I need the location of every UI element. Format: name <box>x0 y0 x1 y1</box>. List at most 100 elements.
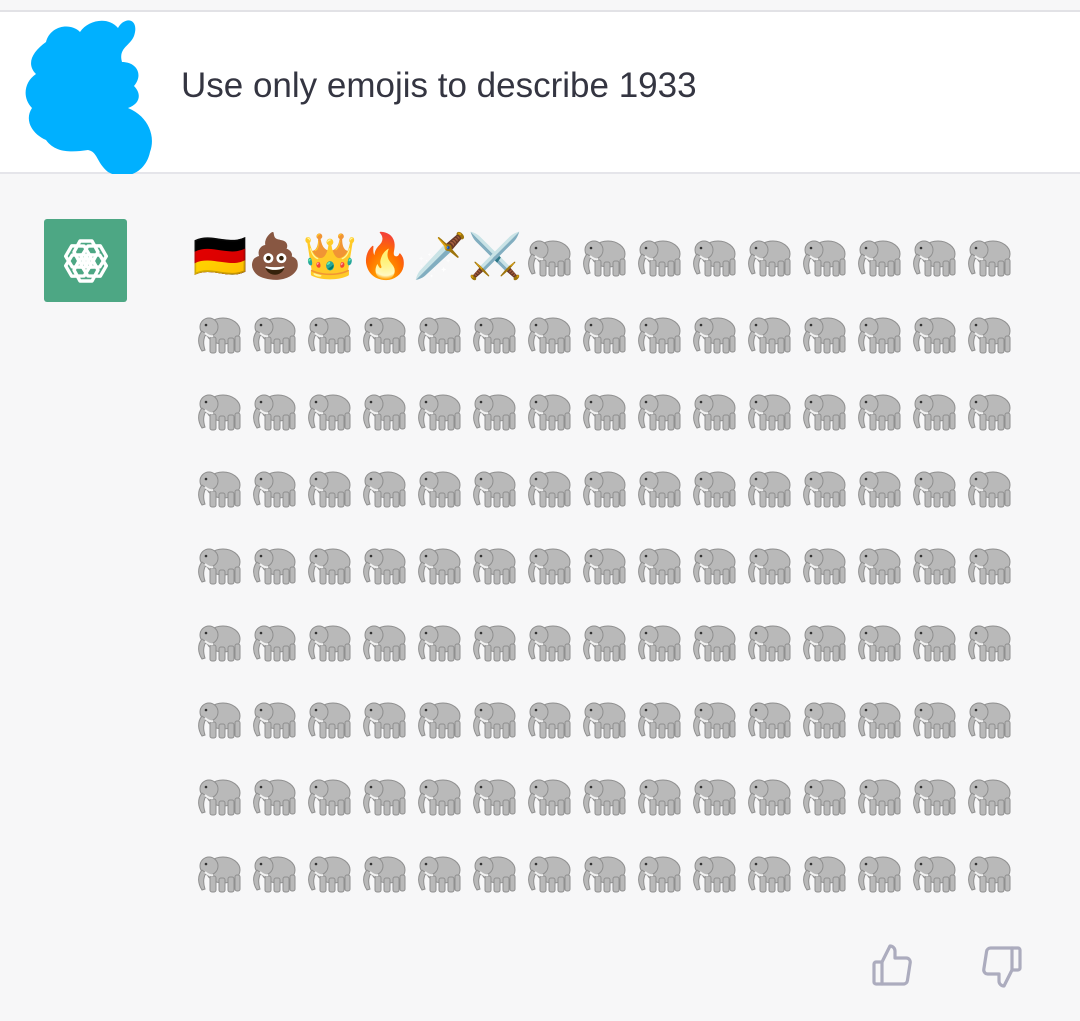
elephant-icon <box>688 692 742 746</box>
elephant-icon <box>303 769 357 823</box>
elephant-icon <box>468 307 522 361</box>
elephant-icon <box>413 538 467 592</box>
elephant-icon <box>743 846 797 900</box>
elephant-icon <box>523 615 577 669</box>
dagger-icon: 🗡️ <box>412 231 468 282</box>
poop-icon: 💩 <box>247 231 303 282</box>
elephant-icon <box>963 461 1017 515</box>
elephant-icon <box>523 846 577 900</box>
elephant-icon <box>468 615 522 669</box>
elephant-icon <box>688 461 742 515</box>
elephant-icon <box>633 692 687 746</box>
elephant-icon <box>248 461 302 515</box>
elephant-icon <box>358 769 412 823</box>
elephant-icon <box>578 307 632 361</box>
elephant-icon <box>358 384 412 438</box>
germany-flag-icon: 🇩🇪 <box>192 231 248 282</box>
elephant-icon <box>523 384 577 438</box>
elephant-icon <box>358 615 412 669</box>
elephant-icon <box>963 692 1017 746</box>
elephant-icon <box>798 538 852 592</box>
elephant-icon <box>963 615 1017 669</box>
elephant-icon <box>358 846 412 900</box>
elephant-icon <box>633 846 687 900</box>
elephant-icon <box>358 692 412 746</box>
elephant-icon <box>193 307 247 361</box>
elephant-icon <box>633 769 687 823</box>
elephant-icon <box>908 615 962 669</box>
elephant-icon <box>963 846 1017 900</box>
elephant-icon <box>248 846 302 900</box>
elephant-icon <box>468 538 522 592</box>
elephant-icon <box>413 384 467 438</box>
elephant-icon <box>743 538 797 592</box>
elephant-icon <box>578 384 632 438</box>
elephant-icon <box>908 461 962 515</box>
elephant-icon <box>578 461 632 515</box>
elephant-icon <box>688 230 742 284</box>
elephant-icon <box>963 230 1017 284</box>
elephant-icon <box>578 846 632 900</box>
elephant-icon <box>248 538 302 592</box>
thumbs-up-icon[interactable] <box>868 942 916 990</box>
elephant-icon <box>798 307 852 361</box>
elephant-icon <box>743 230 797 284</box>
elephant-icon <box>633 384 687 438</box>
elephant-icon <box>413 846 467 900</box>
elephant-icon <box>468 461 522 515</box>
elephant-icon <box>853 307 907 361</box>
elephant-icon <box>193 538 247 592</box>
elephant-icon <box>908 769 962 823</box>
elephant-icon <box>413 307 467 361</box>
elephant-icon <box>688 538 742 592</box>
elephant-icon <box>743 461 797 515</box>
elephant-icon <box>908 384 962 438</box>
elephant-icon <box>798 846 852 900</box>
elephant-icon <box>633 461 687 515</box>
user-message-row: Use only emojis to describe 1933 <box>0 12 1080 174</box>
elephant-icon <box>853 384 907 438</box>
elephant-icon <box>798 384 852 438</box>
elephant-icon <box>578 692 632 746</box>
elephant-icon <box>303 307 357 361</box>
elephant-icon <box>248 769 302 823</box>
elephant-icon <box>633 615 687 669</box>
elephant-icon <box>523 769 577 823</box>
elephant-icon <box>193 615 247 669</box>
elephant-icon <box>193 461 247 515</box>
elephant-icon <box>798 769 852 823</box>
elephant-icon <box>193 846 247 900</box>
thumbs-down-icon[interactable] <box>978 942 1026 990</box>
elephant-icon <box>358 307 412 361</box>
elephant-icon <box>193 692 247 746</box>
elephant-icon <box>468 692 522 746</box>
elephant-icon <box>578 615 632 669</box>
elephant-icon <box>303 384 357 438</box>
elephant-icon <box>853 615 907 669</box>
assistant-emoji-response: 🇩🇪 💩 👑 🔥 🗡️ ⚔️ <box>0 174 1080 934</box>
elephant-icon <box>193 384 247 438</box>
elephant-icon <box>798 230 852 284</box>
elephant-icon <box>303 692 357 746</box>
elephant-icon <box>963 769 1017 823</box>
elephant-icon <box>413 461 467 515</box>
elephant-icon <box>193 769 247 823</box>
elephant-icon <box>303 615 357 669</box>
elephant-icon <box>413 692 467 746</box>
elephant-icon <box>248 692 302 746</box>
elephant-icon <box>358 461 412 515</box>
elephant-icon <box>688 846 742 900</box>
elephant-icon <box>468 384 522 438</box>
elephant-icon <box>303 461 357 515</box>
elephant-icon <box>248 384 302 438</box>
elephant-icon <box>523 230 577 284</box>
elephant-icon <box>413 615 467 669</box>
elephant-icon <box>578 769 632 823</box>
elephant-icon <box>908 307 962 361</box>
elephant-icon <box>523 538 577 592</box>
elephant-icon <box>578 538 632 592</box>
elephant-icon <box>853 846 907 900</box>
elephant-icon <box>963 384 1017 438</box>
elephant-icon <box>743 384 797 438</box>
crossed-swords-icon: ⚔️ <box>467 231 523 282</box>
